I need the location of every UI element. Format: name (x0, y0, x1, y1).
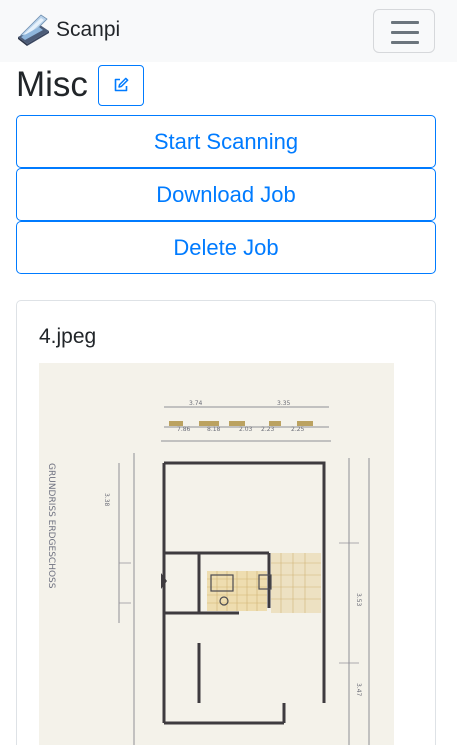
svg-text:3.53: 3.53 (355, 593, 362, 607)
scanner-icon (18, 14, 49, 46)
scan-card: 4.jpeg 3.74 3.35 7.86 8.18 2.03 2.23 2.2… (16, 300, 436, 745)
scan-image[interactable]: 3.74 3.35 7.86 8.18 2.03 2.23 2.25 3.53 … (39, 363, 412, 745)
delete-job-button[interactable]: Delete Job (16, 221, 436, 274)
floor-plan-drawing: 3.74 3.35 7.86 8.18 2.03 2.23 2.25 3.53 … (39, 363, 412, 745)
job-header: Misc (16, 62, 144, 108)
svg-text:8.18: 8.18 (207, 426, 221, 433)
edit-job-button[interactable] (97, 64, 144, 106)
edit-pencil-icon (114, 77, 129, 92)
svg-text:7.86: 7.86 (177, 426, 191, 433)
start-scanning-button[interactable]: Start Scanning (16, 115, 436, 168)
svg-text:2.03: 2.03 (239, 426, 253, 433)
svg-text:2.25: 2.25 (291, 426, 305, 433)
svg-text:2.23: 2.23 (261, 426, 275, 433)
scan-filename: 4.jpeg (39, 325, 97, 348)
hamburger-menu-icon (391, 21, 419, 44)
page-title: Misc (16, 65, 88, 104)
brand-name: Scanpi (56, 18, 121, 41)
svg-text:3.74: 3.74 (189, 400, 203, 407)
svg-text:3.38: 3.38 (103, 493, 110, 507)
navbar: Scanpi (0, 0, 457, 62)
svg-text:GRUNDRISS ERDGESCHOSS: GRUNDRISS ERDGESCHOSS (46, 463, 56, 589)
navbar-toggler-button[interactable] (373, 9, 435, 53)
brand-link[interactable]: Scanpi (16, 13, 120, 47)
svg-text:3.35: 3.35 (277, 400, 291, 407)
download-job-button[interactable]: Download Job (16, 168, 436, 221)
svg-text:3.47: 3.47 (355, 683, 362, 697)
